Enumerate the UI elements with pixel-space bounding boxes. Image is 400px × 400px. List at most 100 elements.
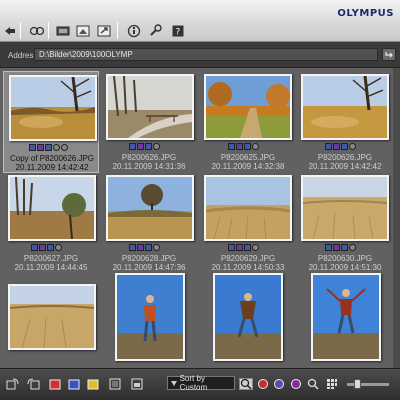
file-name: P8200630.JPG [317, 254, 373, 263]
camera-badge-icon [228, 244, 235, 251]
info-badge-icon [341, 244, 348, 251]
edit-badge-icon [137, 244, 144, 251]
tools-icon[interactable] [148, 24, 163, 37]
thumbnail-item[interactable]: P8200625.JPG 20.11.2009 14:32:38 [200, 71, 296, 173]
edit-badge-icon [39, 244, 46, 251]
thumbnail-item[interactable] [101, 273, 197, 368]
edit-badge-icon [236, 143, 243, 150]
thumbnail-image [8, 284, 96, 350]
camera-badge-icon [129, 143, 136, 150]
thumbnail-item[interactable]: P8200628.JPG 20.11.2009 14:47:36 [101, 172, 197, 274]
camera-badge-icon [129, 244, 136, 251]
compare-icon[interactable] [272, 378, 286, 390]
camera-badge-icon [325, 244, 332, 251]
camera-badge-icon [325, 143, 332, 150]
link-badge-icon [153, 143, 160, 150]
thumbnail-image [115, 273, 185, 361]
file-name: Copy of P8200626.JPG [9, 154, 95, 163]
file-name: P8200626.JPG [317, 153, 373, 162]
zoom-icon[interactable] [239, 378, 253, 390]
thumbnail-item[interactable]: Copy of P8200626.JPG 20.11.2009 14:42:42 [3, 71, 99, 173]
camera-badge-icon [228, 143, 235, 150]
help-icon[interactable]: ? [170, 24, 185, 37]
rotate-right-icon[interactable] [26, 378, 40, 390]
edit-badge-icon [333, 143, 340, 150]
zoom-slider-handle[interactable] [354, 379, 361, 389]
sort-dropdown[interactable]: Sort by Custom [167, 374, 235, 392]
file-name: P8200626.JPG [121, 153, 177, 162]
info-badge-icon [244, 143, 251, 150]
edit-badge-icon [333, 244, 340, 251]
color-label-red-icon[interactable] [48, 378, 62, 390]
brand-logo: OLYMPUS [337, 8, 394, 19]
file-date: 20.11.2009 14:42:42 [308, 162, 382, 171]
rotate-left-icon[interactable] [6, 378, 20, 390]
info-badge-icon [47, 244, 54, 251]
thumbnail-image [301, 175, 389, 241]
file-date: 20.11.2009 14:47:36 [112, 263, 186, 272]
find-icon[interactable] [256, 378, 270, 390]
camera-badge-icon [31, 244, 38, 251]
thumbnail-item[interactable]: P8200627.JPG 20.11.2009 14:44:45 [3, 172, 99, 274]
image-edit-icon[interactable] [75, 24, 90, 37]
camera-icon[interactable] [29, 24, 44, 37]
color-label-blue-icon[interactable] [67, 378, 81, 390]
bottom-toolbar: Sort by Custom [0, 368, 400, 400]
info-icon[interactable] [126, 24, 141, 37]
file-date: 20.11.2009 14:44:45 [14, 263, 88, 272]
thumbnail-image [204, 74, 292, 140]
address-bar: Address D:\Bilder\2009\100OLYMP [0, 42, 400, 68]
info-badge-icon [45, 144, 52, 151]
toolbar-separator [117, 22, 118, 39]
thumbnail-image [301, 74, 389, 140]
back-icon[interactable] [2, 24, 17, 37]
file-name: P8200625.JPG [220, 153, 276, 162]
thumbnail-image [204, 175, 292, 241]
status-badges [129, 143, 160, 150]
search-icon[interactable] [306, 378, 320, 390]
address-input[interactable]: D:\Bilder\2009\100OLYMP [34, 48, 378, 61]
link-badge-icon [252, 143, 259, 150]
frame-icon[interactable] [108, 378, 122, 390]
status-badges [31, 244, 62, 251]
status-badges [129, 244, 160, 251]
thumbnail-item[interactable] [3, 273, 99, 368]
grid-view-icon[interactable] [325, 378, 339, 390]
info-badge-icon [244, 244, 251, 251]
file-name: P8200629.JPG [220, 254, 276, 263]
main-toolbar: ? OLYMPUS [0, 0, 400, 42]
thumbnail-item[interactable] [200, 273, 296, 368]
thumbnail-item[interactable]: P8200629.JPG 20.11.2009 14:50:33 [200, 172, 296, 274]
camera-badge-icon [29, 144, 36, 151]
file-name: P8200627.JPG [23, 254, 79, 263]
thumbnail-image [106, 175, 194, 241]
file-date: 20.11.2009 14:51:30 [308, 263, 382, 272]
address-go-button[interactable] [382, 48, 396, 61]
svg-text:?: ? [175, 27, 180, 37]
color-label-yellow-icon[interactable] [86, 378, 100, 390]
status-badges [29, 144, 68, 151]
thumbnail-image [213, 273, 283, 361]
link-badge-icon [53, 144, 60, 151]
print-icon[interactable] [130, 378, 144, 390]
thumbnail-image [311, 273, 381, 361]
folder-icon[interactable] [55, 24, 70, 37]
thumbnail-item[interactable]: P8200630.JPG 20.11.2009 14:51:30 [297, 172, 393, 274]
info-badge-icon [145, 143, 152, 150]
vertical-scrollbar[interactable] [393, 68, 400, 368]
thumbnail-item[interactable]: P8200626.JPG 20.11.2009 14:31:36 [101, 71, 197, 173]
photo-export-icon[interactable] [96, 24, 111, 37]
sort-label: Sort by Custom [179, 374, 208, 392]
rating-badge-icon [61, 144, 68, 151]
link-badge-icon [252, 244, 259, 251]
gallery-icon[interactable] [289, 378, 303, 390]
info-badge-icon [341, 143, 348, 150]
link-badge-icon [349, 244, 356, 251]
thumbnail-item[interactable]: P8200626.JPG 20.11.2009 14:42:42 [297, 71, 393, 173]
edit-badge-icon [236, 244, 243, 251]
link-badge-icon [55, 244, 62, 251]
thumbnail-item[interactable] [297, 273, 393, 368]
link-badge-icon [349, 143, 356, 150]
status-badges [228, 244, 259, 251]
thumbnail-image [106, 74, 194, 140]
